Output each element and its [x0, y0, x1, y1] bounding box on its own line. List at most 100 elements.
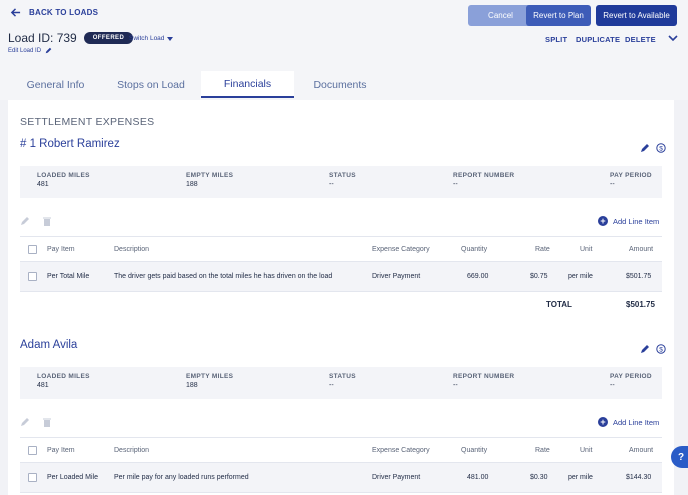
duplicate-action[interactable]: DUPLICATE	[576, 35, 620, 44]
line-item-tools	[20, 417, 52, 427]
tab-documents[interactable]: Documents	[294, 71, 386, 98]
pencil-icon[interactable]	[640, 344, 650, 354]
plus-circle-icon: +	[598, 216, 608, 226]
select-all-checkbox[interactable]	[28, 446, 37, 455]
arrow-left-icon	[10, 8, 21, 17]
load-id-text: Load ID: 739	[8, 31, 77, 45]
svg-text:$: $	[659, 346, 663, 353]
switch-load-label: Switch Load	[129, 35, 165, 42]
dollar-circle-icon[interactable]: $	[656, 143, 666, 153]
stat-label-pay-period: PAY PERIOD	[610, 172, 652, 179]
col-pay-item: Pay Item	[47, 446, 75, 454]
edit-load-id-link[interactable]: Edit Load ID	[8, 47, 52, 54]
financials-panel: SETTLEMENT EXPENSES # 1 Robert Ramirez $…	[8, 100, 674, 495]
table-header: Pay Item Description Expense Category Qu…	[20, 236, 662, 262]
row-checkbox[interactable]	[28, 272, 37, 281]
table-row[interactable]: Per Total Mile The driver gets paid base…	[20, 262, 662, 292]
revert-to-available-button[interactable]: Revert to Available	[596, 5, 677, 26]
stat-label-status: STATUS	[329, 172, 356, 179]
driver-name: # 1 Robert Ramirez	[20, 138, 120, 150]
add-line-item-label: Add Line Item	[613, 216, 660, 226]
stat-value-loaded-miles: 481	[37, 382, 49, 389]
driver-actions: $	[640, 344, 666, 354]
cell-description: The driver gets paid based on the total …	[114, 273, 333, 280]
line-item-tools	[20, 216, 52, 226]
tab-general-info[interactable]: General Info	[10, 71, 101, 98]
caret-down-icon	[167, 36, 174, 41]
cell-quantity: 481.00	[467, 474, 489, 481]
delete-action[interactable]: DELETE	[625, 35, 656, 44]
pencil-icon[interactable]	[20, 417, 30, 427]
pencil-icon	[45, 47, 52, 54]
load-title: Load ID: 739 OFFERED	[8, 31, 134, 45]
cancel-button[interactable]: Cancel	[468, 5, 533, 26]
stat-value-pay-period: --	[610, 181, 615, 188]
col-pay-item: Pay Item	[47, 245, 75, 253]
back-to-loads-link[interactable]: BACK TO LOADS	[10, 7, 98, 18]
stat-value-empty-miles: 188	[186, 382, 198, 389]
stat-label-report-number: REPORT NUMBER	[453, 172, 515, 179]
stat-value-report-number: --	[453, 181, 458, 188]
stat-label-status: STATUS	[329, 373, 356, 380]
col-expense-category: Expense Category	[372, 245, 430, 253]
tab-stops-on-load[interactable]: Stops on Load	[101, 71, 201, 98]
col-amount: Amount	[629, 245, 654, 253]
plus-circle-icon: +	[598, 417, 608, 427]
trash-icon[interactable]	[42, 417, 52, 427]
cell-rate: $0.30	[530, 474, 548, 481]
svg-text:$: $	[659, 145, 663, 152]
tab-financials[interactable]: Financials	[201, 71, 294, 98]
stat-label-pay-period: PAY PERIOD	[610, 373, 652, 380]
col-amount: Amount	[629, 446, 654, 454]
stat-value-empty-miles: 188	[186, 181, 198, 188]
col-description: Description	[114, 446, 150, 454]
driver-name: Adam Avila	[20, 339, 78, 351]
split-action[interactable]: SPLIT	[545, 35, 567, 44]
edit-load-id-label: Edit Load ID	[8, 47, 42, 54]
stat-value-status: --	[329, 382, 334, 389]
top-bar: BACK TO LOADS Cancel Revert to Plan Reve…	[0, 0, 688, 100]
driver-stats: LOADED MILES 481 EMPTY MILES 188 STATUS -- …	[20, 367, 662, 399]
col-unit: Unit	[580, 245, 593, 253]
dollar-circle-icon[interactable]: $	[656, 344, 666, 354]
pencil-icon[interactable]	[20, 216, 30, 226]
trash-icon[interactable]	[42, 216, 52, 226]
driver-stats: LOADED MILES 481 EMPTY MILES 188 STATUS -- …	[20, 166, 662, 198]
col-rate: Rate	[535, 446, 550, 454]
stat-label-loaded-miles: LOADED MILES	[37, 373, 90, 380]
cell-unit: per mile	[568, 273, 593, 280]
cell-unit: per mile	[568, 474, 593, 481]
cell-amount: $144.30	[626, 474, 652, 481]
select-all-checkbox[interactable]	[28, 245, 37, 254]
table-header: Pay Item Description Expense Category Qu…	[20, 437, 662, 463]
switch-load-dropdown[interactable]: Switch Load	[129, 35, 174, 42]
cell-pay-item: Per Total Mile	[47, 273, 90, 280]
table-row[interactable]: Per Loaded Mile Per mile pay for any loa…	[20, 463, 662, 493]
cell-expense-category: Driver Payment	[372, 474, 421, 481]
col-unit: Unit	[580, 446, 593, 454]
stat-label-empty-miles: EMPTY MILES	[186, 172, 234, 179]
row-checkbox[interactable]	[28, 473, 37, 482]
stat-value-loaded-miles: 481	[37, 181, 49, 188]
cell-quantity: 669.00	[467, 273, 489, 280]
cell-pay-item: Per Loaded Mile	[47, 474, 98, 481]
status-badge: OFFERED	[83, 32, 134, 44]
back-label: BACK TO LOADS	[29, 8, 99, 17]
pencil-icon[interactable]	[640, 143, 650, 153]
col-expense-category: Expense Category	[372, 446, 430, 454]
cell-expense-category: Driver Payment	[372, 273, 421, 280]
col-description: Description	[114, 245, 150, 253]
tab-bar: General Info Stops on Load Financials Do…	[10, 71, 386, 99]
add-line-item-label: Add Line Item	[613, 417, 660, 427]
add-line-item-button[interactable]: + Add Line Item	[598, 417, 659, 427]
total-value: $501.75	[626, 300, 655, 309]
stat-label-report-number: REPORT NUMBER	[453, 373, 515, 380]
cell-rate: $0.75	[530, 273, 548, 280]
stat-label-loaded-miles: LOADED MILES	[37, 172, 90, 179]
add-line-item-button[interactable]: + Add Line Item	[598, 216, 659, 226]
chevron-down-icon[interactable]	[668, 33, 678, 43]
total-row: TOTAL $501.75	[20, 293, 662, 317]
revert-to-plan-button[interactable]: Revert to Plan	[526, 5, 591, 26]
cell-amount: $501.75	[626, 273, 652, 280]
help-button[interactable]: ?	[671, 446, 688, 468]
